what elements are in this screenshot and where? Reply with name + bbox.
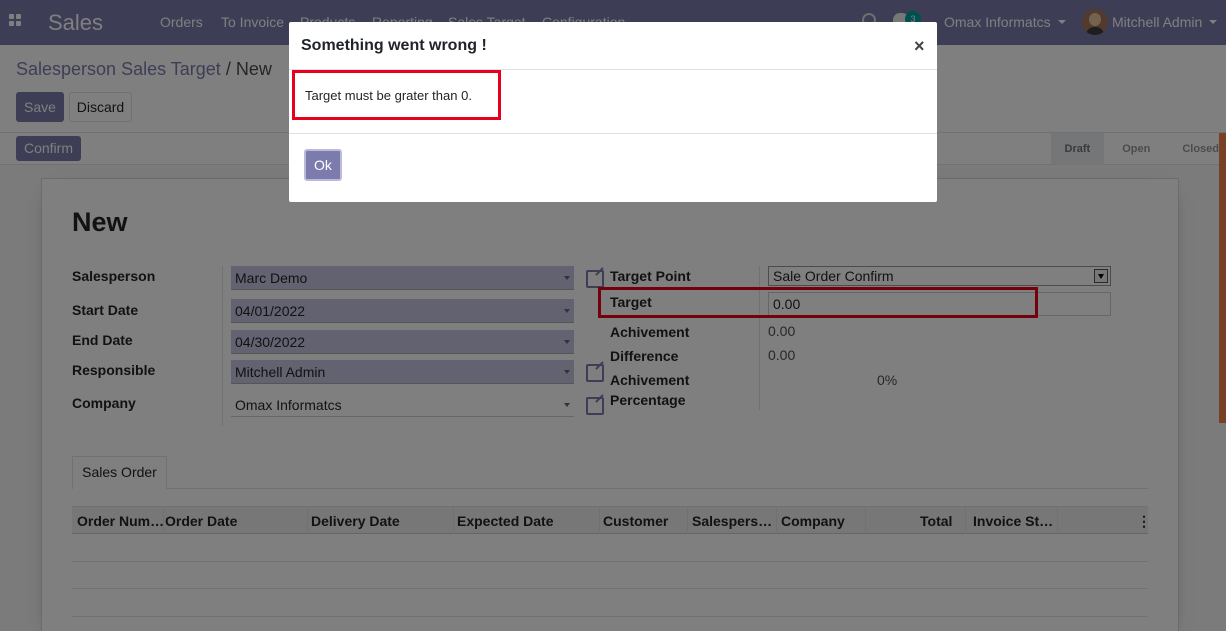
message-highlight-box bbox=[292, 70, 501, 120]
dialog-footer-divider bbox=[289, 133, 937, 134]
ok-button[interactable]: Ok bbox=[304, 149, 342, 181]
dialog-title: Something went wrong ! bbox=[301, 37, 487, 54]
close-icon[interactable]: × bbox=[914, 36, 925, 57]
error-dialog: Something went wrong ! × Target must be … bbox=[289, 22, 937, 202]
